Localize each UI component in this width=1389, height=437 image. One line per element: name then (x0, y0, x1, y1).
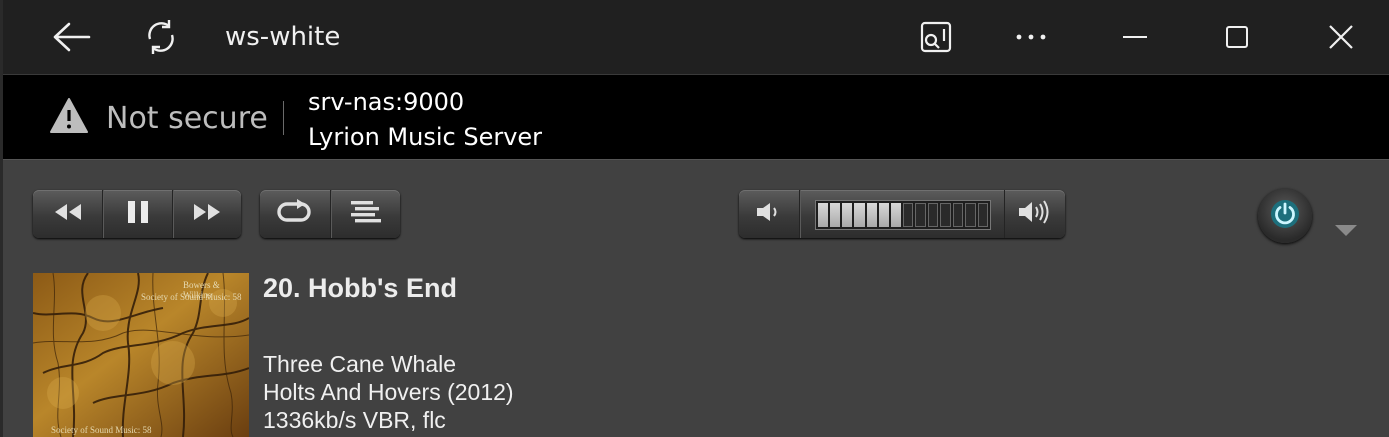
track-title[interactable]: 20. Hobb's End (263, 273, 457, 304)
repeat-icon (275, 198, 315, 230)
playlist-button[interactable] (331, 190, 401, 238)
cover-text-series: Society of Sound Music: 58 (141, 292, 242, 302)
volume-segment[interactable] (854, 203, 865, 227)
volume-segment[interactable] (866, 203, 877, 227)
volume-up-button[interactable] (1004, 190, 1065, 238)
back-arrow-icon[interactable] (41, 0, 101, 74)
page-title: Lyrion Music Server (308, 123, 543, 151)
album-cover[interactable]: Bowers & Wilkins Society of Sound Music:… (33, 273, 249, 437)
refresh-icon[interactable] (133, 0, 189, 74)
volume-segment[interactable] (890, 203, 901, 227)
volume-segment[interactable] (952, 203, 964, 227)
security-label[interactable]: Not secure (106, 101, 268, 136)
volume-segment[interactable] (927, 203, 939, 227)
mode-controls (260, 190, 400, 238)
volume-segment[interactable] (940, 203, 951, 227)
title-bar: ws-white (3, 0, 1389, 74)
pause-icon (125, 199, 151, 230)
volume-segment[interactable] (878, 203, 889, 227)
album-name[interactable]: Holts And Hovers (2012) (263, 379, 514, 406)
transport-controls (33, 190, 241, 238)
fast-forward-icon (192, 202, 222, 227)
player-panel: Bowers & Wilkins Society of Sound Music:… (3, 161, 1389, 437)
cover-text-footer: Society of Sound Music: 58 (51, 425, 152, 435)
audio-format: 1336kb/s VBR, flc (263, 407, 446, 433)
address-bar[interactable]: Not secure srv-nas:9000 Lyrion Music Ser… (3, 74, 1389, 160)
volume-segment[interactable] (902, 203, 914, 227)
artist-name[interactable]: Three Cane Whale (263, 351, 456, 378)
volume-slider[interactable] (815, 200, 991, 230)
window-title: ws-white (225, 22, 341, 52)
close-icon[interactable] (1319, 0, 1363, 74)
minimize-icon[interactable] (1113, 0, 1157, 74)
volume-segment[interactable] (965, 203, 976, 227)
power-button[interactable] (1258, 189, 1312, 243)
player-menu-chevron-down-icon[interactable] (1335, 225, 1357, 236)
volume-segment[interactable] (830, 203, 841, 227)
app-available-icon[interactable] (913, 0, 959, 74)
volume-down-button[interactable] (739, 190, 800, 238)
volume-segment[interactable] (818, 203, 829, 227)
address-separator (283, 101, 284, 135)
maximize-icon[interactable] (1215, 0, 1259, 74)
volume-down-icon (754, 200, 784, 229)
host-text: srv-nas:9000 (308, 88, 465, 116)
power-icon (1269, 198, 1301, 235)
playlist-icon (347, 199, 383, 230)
warning-icon[interactable] (49, 97, 89, 140)
repeat-button[interactable] (260, 190, 331, 238)
volume-segment[interactable] (842, 203, 853, 227)
volume-up-icon (1016, 197, 1054, 232)
more-dots-icon[interactable] (1008, 0, 1054, 74)
volume-segment[interactable] (977, 203, 988, 227)
volume-segment[interactable] (915, 203, 926, 227)
fast-forward-button[interactable] (173, 190, 241, 238)
browser-window: ws-white Not secure srv-nas:9000 Lyrion … (0, 0, 1389, 437)
pause-button[interactable] (103, 190, 173, 238)
rewind-button[interactable] (33, 190, 104, 238)
rewind-icon (53, 202, 83, 227)
